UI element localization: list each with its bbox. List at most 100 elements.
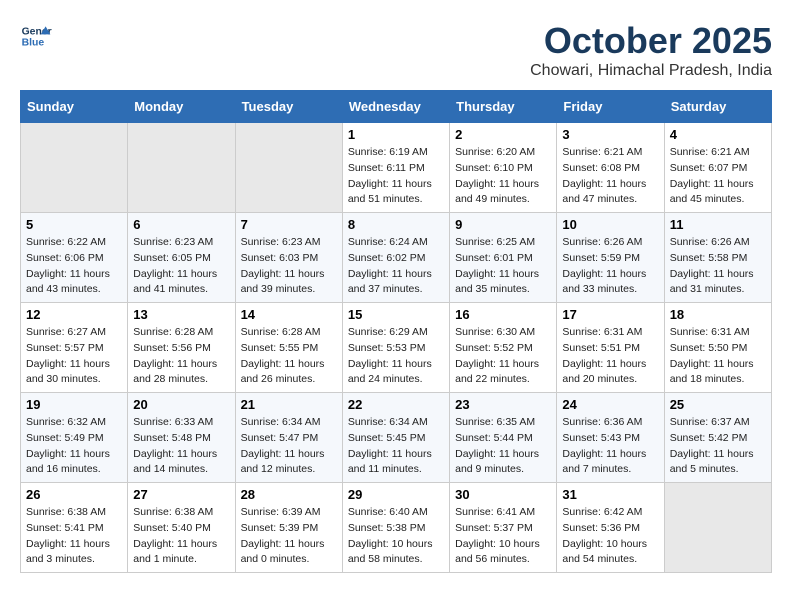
calendar-cell: 23 Sunrise: 6:35 AMSunset: 5:44 PMDayligh… (450, 393, 557, 483)
calendar-body: 1 Sunrise: 6:19 AMSunset: 6:11 PMDaylight… (21, 123, 772, 573)
day-info: Sunrise: 6:31 AMSunset: 5:51 PMDaylight:… (562, 325, 658, 388)
calendar-cell: 29 Sunrise: 6:40 AMSunset: 5:38 PMDayligh… (342, 483, 449, 573)
day-info: Sunrise: 6:39 AMSunset: 5:39 PMDaylight:… (241, 505, 337, 568)
title-section: October 2025 Chowari, Himachal Pradesh, … (530, 20, 772, 80)
logo-icon: General Blue (20, 20, 52, 52)
calendar-cell (21, 123, 128, 213)
day-number: 12 (26, 307, 122, 322)
header-cell-saturday: Saturday (664, 91, 771, 123)
day-number: 26 (26, 487, 122, 502)
day-info: Sunrise: 6:31 AMSunset: 5:50 PMDaylight:… (670, 325, 766, 388)
logo: General Blue (20, 20, 56, 52)
calendar-cell: 15 Sunrise: 6:29 AMSunset: 5:53 PMDayligh… (342, 303, 449, 393)
day-number: 8 (348, 217, 444, 232)
calendar-table: SundayMondayTuesdayWednesdayThursdayFrid… (20, 90, 772, 573)
calendar-cell: 28 Sunrise: 6:39 AMSunset: 5:39 PMDayligh… (235, 483, 342, 573)
calendar-cell: 13 Sunrise: 6:28 AMSunset: 5:56 PMDayligh… (128, 303, 235, 393)
location: Chowari, Himachal Pradesh, India (530, 62, 772, 80)
day-info: Sunrise: 6:40 AMSunset: 5:38 PMDaylight:… (348, 505, 444, 568)
day-number: 19 (26, 397, 122, 412)
day-info: Sunrise: 6:32 AMSunset: 5:49 PMDaylight:… (26, 415, 122, 478)
calendar-cell: 25 Sunrise: 6:37 AMSunset: 5:42 PMDayligh… (664, 393, 771, 483)
day-info: Sunrise: 6:33 AMSunset: 5:48 PMDaylight:… (133, 415, 229, 478)
day-info: Sunrise: 6:21 AMSunset: 6:08 PMDaylight:… (562, 145, 658, 208)
calendar-cell: 27 Sunrise: 6:38 AMSunset: 5:40 PMDayligh… (128, 483, 235, 573)
week-row-3: 12 Sunrise: 6:27 AMSunset: 5:57 PMDayligh… (21, 303, 772, 393)
day-info: Sunrise: 6:23 AMSunset: 6:05 PMDaylight:… (133, 235, 229, 298)
calendar-cell: 31Sunrise: 6:42 AMSunset: 5:36 PMDayligh… (557, 483, 664, 573)
calendar-cell (664, 483, 771, 573)
header-row: SundayMondayTuesdayWednesdayThursdayFrid… (21, 91, 772, 123)
day-number: 16 (455, 307, 551, 322)
calendar-cell: 11Sunrise: 6:26 AMSunset: 5:58 PMDayligh… (664, 213, 771, 303)
week-row-1: 1 Sunrise: 6:19 AMSunset: 6:11 PMDaylight… (21, 123, 772, 213)
day-number: 30 (455, 487, 551, 502)
calendar-cell: 18Sunrise: 6:31 AMSunset: 5:50 PMDayligh… (664, 303, 771, 393)
day-number: 13 (133, 307, 229, 322)
calendar-cell: 16 Sunrise: 6:30 AMSunset: 5:52 PMDayligh… (450, 303, 557, 393)
header-cell-wednesday: Wednesday (342, 91, 449, 123)
day-info: Sunrise: 6:27 AMSunset: 5:57 PMDaylight:… (26, 325, 122, 388)
week-row-4: 19 Sunrise: 6:32 AMSunset: 5:49 PMDayligh… (21, 393, 772, 483)
calendar-header: SundayMondayTuesdayWednesdayThursdayFrid… (21, 91, 772, 123)
header-cell-tuesday: Tuesday (235, 91, 342, 123)
day-number: 1 (348, 127, 444, 142)
day-info: Sunrise: 6:36 AMSunset: 5:43 PMDaylight:… (562, 415, 658, 478)
calendar-cell: 21Sunrise: 6:34 AMSunset: 5:47 PMDayligh… (235, 393, 342, 483)
calendar-cell: 30 Sunrise: 6:41 AMSunset: 5:37 PMDayligh… (450, 483, 557, 573)
calendar-cell: 12 Sunrise: 6:27 AMSunset: 5:57 PMDayligh… (21, 303, 128, 393)
calendar-cell (235, 123, 342, 213)
day-number: 4 (670, 127, 766, 142)
calendar-cell: 22 Sunrise: 6:34 AMSunset: 5:45 PMDayligh… (342, 393, 449, 483)
calendar-cell: 17 Sunrise: 6:31 AMSunset: 5:51 PMDayligh… (557, 303, 664, 393)
calendar-cell: 7Sunrise: 6:23 AMSunset: 6:03 PMDaylight… (235, 213, 342, 303)
day-info: Sunrise: 6:19 AMSunset: 6:11 PMDaylight:… (348, 145, 444, 208)
day-info: Sunrise: 6:42 AMSunset: 5:36 PMDaylight:… (562, 505, 658, 568)
day-number: 15 (348, 307, 444, 322)
day-number: 2 (455, 127, 551, 142)
page-header: General Blue October 2025 Chowari, Himac… (20, 20, 772, 80)
calendar-cell: 24Sunrise: 6:36 AMSunset: 5:43 PMDayligh… (557, 393, 664, 483)
day-info: Sunrise: 6:38 AMSunset: 5:40 PMDaylight:… (133, 505, 229, 568)
day-number: 6 (133, 217, 229, 232)
day-number: 7 (241, 217, 337, 232)
day-info: Sunrise: 6:28 AMSunset: 5:55 PMDaylight:… (241, 325, 337, 388)
calendar-cell: 8 Sunrise: 6:24 AMSunset: 6:02 PMDaylight… (342, 213, 449, 303)
day-info: Sunrise: 6:26 AMSunset: 5:59 PMDaylight:… (562, 235, 658, 298)
day-info: Sunrise: 6:35 AMSunset: 5:44 PMDaylight:… (455, 415, 551, 478)
week-row-5: 26 Sunrise: 6:38 AMSunset: 5:41 PMDayligh… (21, 483, 772, 573)
week-row-2: 5Sunrise: 6:22 AMSunset: 6:06 PMDaylight… (21, 213, 772, 303)
calendar-cell: 1 Sunrise: 6:19 AMSunset: 6:11 PMDaylight… (342, 123, 449, 213)
day-info: Sunrise: 6:28 AMSunset: 5:56 PMDaylight:… (133, 325, 229, 388)
day-info: Sunrise: 6:38 AMSunset: 5:41 PMDaylight:… (26, 505, 122, 568)
header-cell-thursday: Thursday (450, 91, 557, 123)
day-number: 10 (562, 217, 658, 232)
day-info: Sunrise: 6:25 AMSunset: 6:01 PMDaylight:… (455, 235, 551, 298)
day-number: 28 (241, 487, 337, 502)
day-number: 25 (670, 397, 766, 412)
day-number: 22 (348, 397, 444, 412)
day-info: Sunrise: 6:20 AMSunset: 6:10 PMDaylight:… (455, 145, 551, 208)
header-cell-sunday: Sunday (21, 91, 128, 123)
day-number: 27 (133, 487, 229, 502)
day-info: Sunrise: 6:24 AMSunset: 6:02 PMDaylight:… (348, 235, 444, 298)
calendar-cell: 26 Sunrise: 6:38 AMSunset: 5:41 PMDayligh… (21, 483, 128, 573)
calendar-cell: 10 Sunrise: 6:26 AMSunset: 5:59 PMDayligh… (557, 213, 664, 303)
day-number: 23 (455, 397, 551, 412)
day-number: 5 (26, 217, 122, 232)
svg-text:Blue: Blue (22, 38, 45, 49)
day-info: Sunrise: 6:21 AMSunset: 6:07 PMDaylight:… (670, 145, 766, 208)
day-number: 29 (348, 487, 444, 502)
day-info: Sunrise: 6:30 AMSunset: 5:52 PMDaylight:… (455, 325, 551, 388)
day-info: Sunrise: 6:29 AMSunset: 5:53 PMDaylight:… (348, 325, 444, 388)
calendar-cell: 19 Sunrise: 6:32 AMSunset: 5:49 PMDayligh… (21, 393, 128, 483)
day-number: 17 (562, 307, 658, 322)
day-info: Sunrise: 6:34 AMSunset: 5:45 PMDaylight:… (348, 415, 444, 478)
calendar-cell (128, 123, 235, 213)
header-cell-monday: Monday (128, 91, 235, 123)
day-info: Sunrise: 6:34 AMSunset: 5:47 PMDaylight:… (241, 415, 337, 478)
day-info: Sunrise: 6:41 AMSunset: 5:37 PMDaylight:… (455, 505, 551, 568)
day-number: 20 (133, 397, 229, 412)
day-info: Sunrise: 6:37 AMSunset: 5:42 PMDaylight:… (670, 415, 766, 478)
header-cell-friday: Friday (557, 91, 664, 123)
